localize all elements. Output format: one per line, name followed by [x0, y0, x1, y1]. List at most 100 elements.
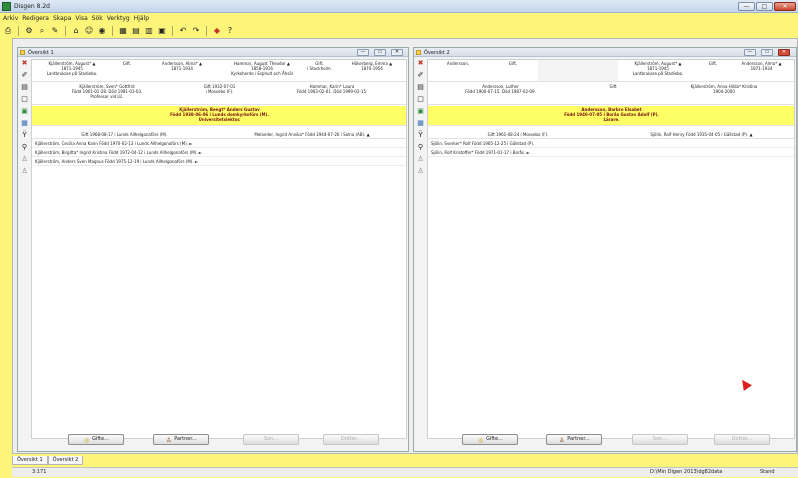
minimize-button[interactable]: — [738, 2, 755, 11]
document-icon[interactable]: ▤ [20, 83, 29, 92]
status-path: D:\Min Digen 2013\dg82data [650, 469, 723, 475]
marriage-cell: Gift [573, 83, 653, 104]
dotter-button[interactable]: Dotter... [323, 434, 379, 445]
grandparent-cell[interactable]: Kjällerström, August* ▲ 1871-1945 Lantbr… [32, 60, 112, 81]
edit-icon[interactable]: ✎ [50, 26, 60, 36]
grandparent-cell[interactable]: Hökerberg, Emma ▲ 1870-1956 [337, 60, 407, 81]
person-occupation: Kyrkoherde i Esphult och Åhsäl [231, 71, 293, 76]
note-icon[interactable]: ✐ [20, 71, 29, 80]
main-person-row[interactable]: Kjällerström, Bengt* Anders Gustav Född … [32, 106, 406, 126]
person-icon[interactable]: ♙ [416, 155, 425, 164]
parent-cell[interactable]: Kjällerström, Sven* Gottfrid Född 1901-0… [32, 83, 182, 104]
marriage-row[interactable]: Gift 1961-08-24 i Mossebo (F). Sjölin, R… [428, 130, 794, 139]
page-icon[interactable]: □ [20, 95, 29, 104]
persons-icon[interactable]: ♙ [20, 167, 29, 176]
grid-icon[interactable]: ▦ [118, 26, 128, 36]
parent-cell[interactable]: Kjällerström, Anna Hilda* Kristina 1904-… [653, 83, 795, 104]
person-info: Född 1900-07-15. Död 1987-02-09. [465, 89, 536, 94]
layout-icon[interactable]: ▥ [144, 26, 154, 36]
gifte-button[interactable]: ◎ Gifte... [462, 434, 518, 445]
layout-icon[interactable]: ▤ [131, 26, 141, 36]
pane-restore-button[interactable]: ▭ [374, 49, 386, 56]
couple-icon: ♙ [166, 437, 172, 444]
son-button[interactable]: Son... [632, 434, 688, 445]
people-icon[interactable]: ☺ [84, 26, 94, 36]
pane-close-button[interactable]: ✕ [778, 49, 790, 56]
pane-minimize-button[interactable]: — [744, 49, 756, 56]
menu-bar: Arkiv Redigera Skapa Visa Sök Verktyg Hj… [0, 13, 798, 24]
toolbar: ⎙ ⚙ ⌕ ✎ ⌂ ☺ ◉ ▦ ▤ ▥ ▣ ↶ ↷ ◆ ? [0, 24, 798, 38]
menu-visa[interactable]: Visa [75, 15, 87, 22]
main-person-row[interactable]: Andersson, Barbro Elsabet Född 1940-07-0… [428, 106, 794, 126]
document-icon[interactable]: ▤ [416, 83, 425, 92]
parents-row: Andersson, Luther Född 1900-07-15. Död 1… [428, 83, 794, 105]
app-title: Disgen 8.2d [14, 3, 50, 10]
note-icon[interactable]: ✐ [416, 71, 425, 80]
maximize-button[interactable]: □ [756, 2, 773, 11]
page-icon[interactable]: □ [416, 95, 425, 104]
child-row[interactable]: Kjällerström, Anders Sven Magnus Född 19… [32, 158, 406, 166]
partner-button[interactable]: ♙ Partner... [153, 434, 209, 445]
tab-oversikt-1[interactable]: Översikt 1 [12, 456, 48, 465]
partner-button[interactable]: ♙ Partner... [546, 434, 602, 445]
dotter-button[interactable]: Dotter... [714, 434, 770, 445]
pane-restore-button[interactable]: ▭ [761, 49, 773, 56]
color-icon[interactable]: ◆ [212, 26, 222, 36]
grandparent-cell[interactable]: Andersson, Alma* ▲ 1871-1934 [728, 60, 795, 81]
menu-verktyg[interactable]: Verktyg [107, 15, 130, 22]
layout-icon[interactable]: ▣ [157, 26, 167, 36]
tree-icon[interactable]: ▦ [416, 119, 425, 128]
redo-icon[interactable]: ↷ [191, 26, 201, 36]
tree-icon[interactable]: ▦ [20, 119, 29, 128]
home-icon[interactable]: ⌂ [71, 26, 81, 36]
person-occupation: Lantbrukare på Stadiebo. [632, 71, 684, 76]
image-icon[interactable]: ▣ [416, 107, 425, 116]
grandparent-cell[interactable]: Kjällerström, August* ▲ 1871-1945 Lantbr… [618, 60, 698, 81]
menu-hjalp[interactable]: Hjälp [134, 15, 149, 22]
pane-icon [20, 50, 25, 55]
view-icon[interactable]: ◉ [97, 26, 107, 36]
family-icon[interactable]: ⚲ [20, 143, 29, 152]
son-button[interactable]: Son... [243, 434, 299, 445]
pane-icon [416, 50, 421, 55]
close-icon[interactable]: ✖ [416, 59, 425, 68]
image-icon[interactable]: ▣ [20, 107, 29, 116]
close-icon[interactable]: ✖ [20, 59, 29, 68]
tab-oversikt-2[interactable]: Översikt 2 [47, 456, 84, 465]
child-row[interactable]: Sjölin, Rolf Kristoffer* Född 1971-01-17… [428, 149, 794, 157]
child-row[interactable]: Kjällerström, Cecilia Anna Karin Född 19… [32, 140, 406, 148]
grandparent-cell[interactable]: Hammar, August Theodor ▲ 1858-1916 Kyrko… [222, 60, 302, 81]
help-icon[interactable]: ? [225, 26, 235, 36]
child-row[interactable]: Sjölin, Sverker* Rolf Född 1965-12-25 i … [428, 140, 794, 148]
parent-cell[interactable]: Andersson, Luther Född 1900-07-15. Död 1… [428, 83, 573, 104]
marriage-label: Gift. [708, 61, 718, 66]
undo-icon[interactable]: ↶ [178, 26, 188, 36]
close-button[interactable]: ✕ [774, 2, 796, 11]
branch-icon[interactable]: Ÿ [20, 131, 29, 140]
status-bar: 3:171 D:\Min Digen 2013\dg82data Stand [12, 467, 798, 477]
menu-redigera[interactable]: Redigera [22, 15, 49, 22]
marriage-row[interactable]: Gift 1968-08-17 i Lunds Allhelgonaförs (… [32, 130, 406, 139]
printer-icon[interactable]: ⎙ [3, 26, 13, 36]
tools-icon[interactable]: ⚙ [24, 26, 34, 36]
person-icon[interactable]: ♙ [20, 155, 29, 164]
menu-sok[interactable]: Sök [92, 15, 103, 22]
branch-icon[interactable]: Ÿ [416, 131, 425, 140]
pane-title-bar: Översikt 1 — ▭ ✕ [18, 48, 408, 57]
pane-title: Översikt 2 [424, 50, 450, 56]
marriage-cell: Gift. [112, 60, 142, 81]
grandparent-cell[interactable]: Andersson, [428, 60, 488, 81]
search-icon[interactable]: ⌕ [37, 26, 47, 36]
menu-arkiv[interactable]: Arkiv [3, 15, 18, 22]
grandparent-cell[interactable]: Andersson, Alma* ▲ 1871-1934 [142, 60, 222, 81]
family-icon[interactable]: ⚲ [416, 143, 425, 152]
child-row[interactable]: Kjällerström, Birgitta* Ingrid Kristina … [32, 149, 406, 157]
pane-minimize-button[interactable]: — [357, 49, 369, 56]
pane-close-button[interactable]: ✕ [391, 49, 403, 56]
gifte-button[interactable]: ◎ Gifte... [68, 434, 124, 445]
parent-cell[interactable]: Hammar, Karin* Laura Född 1903-02-01. Dö… [257, 83, 407, 104]
grandparent-cell-empty[interactable] [538, 60, 618, 81]
persons-icon[interactable]: ♙ [416, 167, 425, 176]
menu-skapa[interactable]: Skapa [53, 15, 71, 22]
pane-button-row: ◎ Gifte... ♙ Partner... Son... Dotter... [454, 434, 794, 447]
